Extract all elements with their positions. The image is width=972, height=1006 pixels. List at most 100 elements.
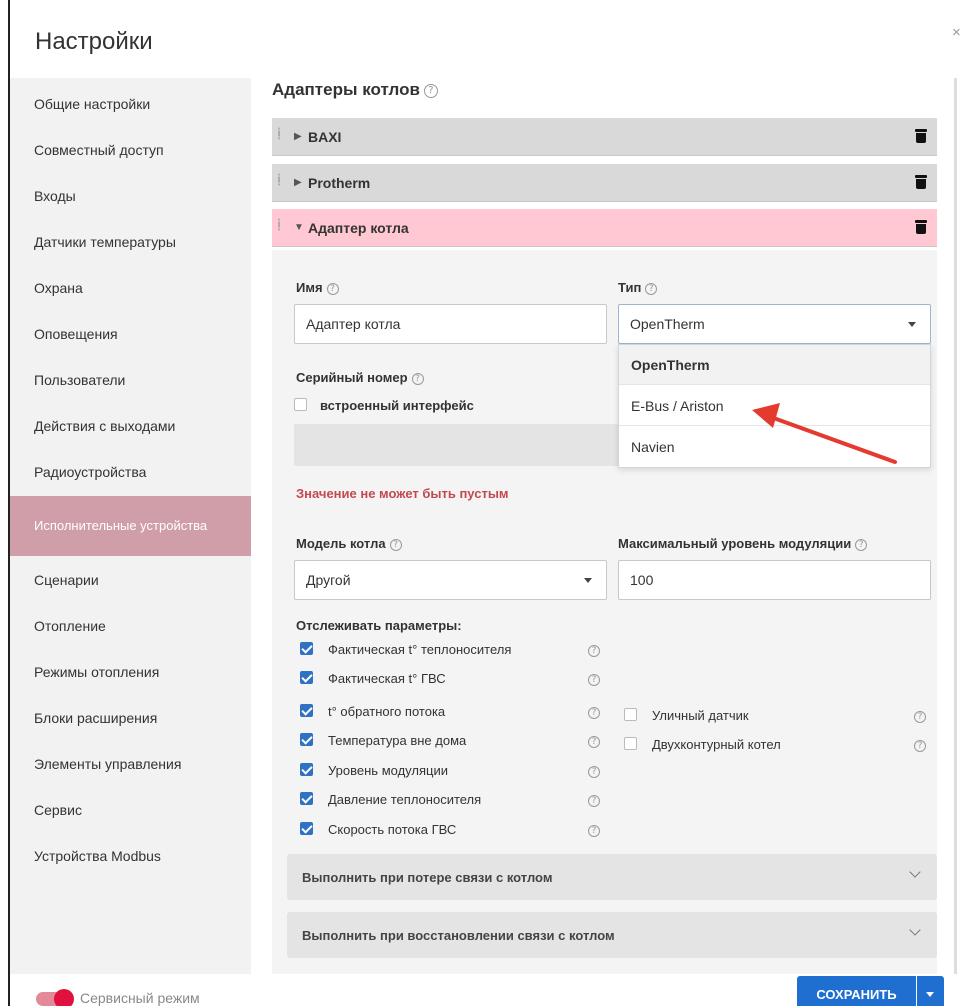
sidebar-item-service[interactable]: Сервис xyxy=(10,790,251,830)
model-select-value: Другой xyxy=(306,572,351,588)
section-title-text: Адаптеры котлов xyxy=(272,80,420,99)
help-icon[interactable]: ? xyxy=(914,740,926,752)
error-message: Значение не может быть пустым xyxy=(296,486,509,501)
help-icon[interactable]: ? xyxy=(389,538,402,551)
builtin-interface-checkbox[interactable] xyxy=(294,398,307,411)
on-connection-lost-section[interactable]: Выполнить при потере связи с котлом xyxy=(287,854,937,900)
builtin-interface-label: встроенный интерфейс xyxy=(320,398,474,413)
caret-down-icon: ▼ xyxy=(294,222,304,233)
sidebar: Общие настройки Совместный доступ Входы … xyxy=(10,78,251,974)
type-label: Тип? xyxy=(618,280,658,295)
param-checkbox-outdoor-temp[interactable] xyxy=(300,733,313,746)
caret-right-icon: ▶ xyxy=(294,177,302,188)
param-label: Уровень модуляции xyxy=(328,763,448,778)
param-checkbox-dual-circuit[interactable] xyxy=(624,737,637,750)
annotation-arrow-icon xyxy=(752,403,897,464)
param-checkbox-dhw-temp[interactable] xyxy=(300,671,313,684)
service-mode-toggle[interactable] xyxy=(36,989,74,1006)
modulation-input[interactable]: 100 xyxy=(618,560,931,600)
page-title: Настройки xyxy=(35,28,153,55)
sidebar-item-security[interactable]: Охрана xyxy=(10,268,251,308)
sidebar-item-users[interactable]: Пользователи xyxy=(10,360,251,400)
sidebar-item-heating-modes[interactable]: Режимы отопления xyxy=(10,652,251,692)
param-checkbox-pressure[interactable] xyxy=(300,792,313,805)
adapter-label: Адаптер котла xyxy=(308,219,409,236)
type-select-value: OpenTherm xyxy=(630,316,705,332)
sidebar-item-modbus[interactable]: Устройства Modbus xyxy=(10,836,251,876)
help-icon[interactable]: ? xyxy=(645,282,658,295)
section-label: Выполнить при потере связи с котлом xyxy=(302,869,553,885)
help-icon[interactable]: ? xyxy=(326,282,339,295)
sidebar-item-output-actions[interactable]: Действия с выходами xyxy=(10,406,251,446)
on-connection-restored-section[interactable]: Выполнить при восстановлении связи с кот… xyxy=(287,912,937,958)
sidebar-item-actuators[interactable]: Исполнительные устройства xyxy=(10,496,251,556)
param-label: t° обратного потока xyxy=(328,704,446,719)
sidebar-item-temp-sensors[interactable]: Датчики температуры xyxy=(10,222,251,262)
dropdown-arrow-icon xyxy=(584,578,592,583)
param-label: Давление теплоносителя xyxy=(328,792,482,807)
type-select[interactable]: OpenTherm xyxy=(618,304,931,344)
name-label: Имя? xyxy=(296,280,339,295)
param-checkbox-dhw-flow[interactable] xyxy=(300,822,313,835)
sidebar-item-shared-access[interactable]: Совместный доступ xyxy=(10,130,251,170)
param-label: Уличный датчик xyxy=(652,708,749,723)
save-button[interactable]: СОХРАНИТЬ xyxy=(797,976,916,1006)
trash-icon[interactable] xyxy=(915,129,927,143)
help-icon[interactable]: ? xyxy=(588,674,600,686)
trash-icon[interactable] xyxy=(915,175,927,189)
type-option-opentherm[interactable]: OpenTherm xyxy=(619,345,930,385)
adapter-header-protherm[interactable]: ⋮ ⋮ ▶ Protherm xyxy=(272,164,937,202)
help-icon[interactable]: ? xyxy=(588,795,600,807)
help-icon[interactable]: ? xyxy=(423,83,438,98)
param-label: Фактическая t° ГВС xyxy=(328,671,446,686)
drag-handle-icon[interactable]: ⋮ ⋮ xyxy=(274,174,284,188)
main-content: Адаптеры котлов? ⋮ ⋮ ▶ BAXI ⋮ ⋮ ▶ Protherm… xyxy=(272,78,957,974)
sidebar-item-inputs[interactable]: Входы xyxy=(10,176,251,216)
save-options-chevron-icon[interactable] xyxy=(917,976,944,1006)
sidebar-item-notifications[interactable]: Оповещения xyxy=(10,314,251,354)
modulation-label: Максимальный уровень модуляции? xyxy=(618,536,868,551)
model-label: Модель котла? xyxy=(296,536,402,551)
name-input[interactable]: Адаптер котла xyxy=(294,304,607,344)
sidebar-item-scenarios[interactable]: Сценарии xyxy=(10,560,251,600)
help-icon[interactable]: ? xyxy=(914,711,926,723)
scrollbar[interactable] xyxy=(954,78,957,974)
param-label: Температура вне дома xyxy=(328,733,467,748)
help-icon[interactable]: ? xyxy=(588,736,600,748)
drag-handle-icon[interactable]: ⋮ ⋮ xyxy=(274,219,284,233)
chevron-down-icon xyxy=(909,924,921,936)
param-label: Скорость потока ГВС xyxy=(328,822,457,837)
param-label: Фактическая t° теплоносителя xyxy=(328,642,512,657)
help-icon[interactable]: ? xyxy=(588,645,600,657)
drag-handle-icon[interactable]: ⋮ ⋮ xyxy=(274,128,284,142)
model-select[interactable]: Другой xyxy=(294,560,607,600)
help-icon[interactable]: ? xyxy=(588,707,600,719)
trash-icon[interactable] xyxy=(915,220,927,234)
adapter-header-baxi[interactable]: ⋮ ⋮ ▶ BAXI xyxy=(272,118,937,156)
sidebar-item-general[interactable]: Общие настройки xyxy=(10,84,251,124)
help-icon[interactable]: ? xyxy=(588,825,600,837)
sidebar-item-expansion-blocks[interactable]: Блоки расширения xyxy=(10,698,251,738)
serial-number-field xyxy=(294,424,624,466)
sidebar-item-heating[interactable]: Отопление xyxy=(10,606,251,646)
help-icon[interactable]: ? xyxy=(855,538,868,551)
chevron-down-icon xyxy=(909,866,921,878)
param-label: Двухконтурный котел xyxy=(652,737,781,752)
section-title: Адаптеры котлов? xyxy=(272,80,438,100)
help-icon[interactable]: ? xyxy=(588,766,600,778)
param-checkbox-return-temp[interactable] xyxy=(300,704,313,717)
track-params-label: Отслеживать параметры: xyxy=(296,618,462,633)
service-mode-label: Сервисный режим xyxy=(80,990,200,1006)
dropdown-arrow-icon xyxy=(908,322,916,327)
serial-label: Серийный номер? xyxy=(296,370,424,385)
adapter-label: BAXI xyxy=(308,128,342,145)
help-icon[interactable]: ? xyxy=(411,372,424,385)
sidebar-item-controls[interactable]: Элементы управления xyxy=(10,744,251,784)
param-checkbox-coolant-temp[interactable] xyxy=(300,642,313,655)
adapter-header-boiler-adapter[interactable]: ⋮ ⋮ ▼ Адаптер котла xyxy=(272,209,937,247)
param-checkbox-street-sensor[interactable] xyxy=(624,708,637,721)
sidebar-item-radio-devices[interactable]: Радиоустройства xyxy=(10,452,251,492)
close-icon[interactable]: × xyxy=(952,24,961,41)
annotation-arrow-line xyxy=(766,414,897,464)
param-checkbox-modulation[interactable] xyxy=(300,763,313,776)
